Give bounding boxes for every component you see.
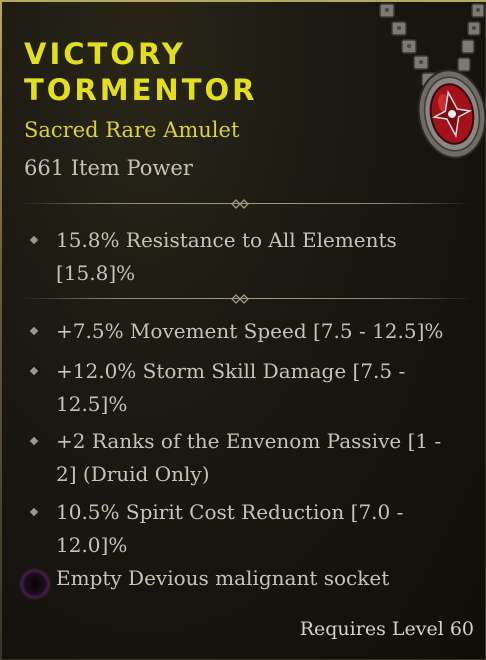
- item-name-line1: VICTORY: [24, 37, 186, 71]
- item-type: Sacred Rare Amulet: [24, 118, 240, 142]
- affix-line: 12.0]%: [56, 533, 128, 557]
- tooltip-left-border: [0, 0, 2, 660]
- affix-line: [15.8]%: [56, 261, 136, 285]
- affix-line: 2] (Druid Only): [56, 462, 210, 486]
- affix-line: 10.5% Spirit Cost Reduction [7.0 -: [56, 500, 404, 524]
- item-name: VICTORY TORMENTOR: [24, 36, 257, 108]
- level-requirement: Requires Level 60: [299, 618, 474, 640]
- divider-ornament-icon: [231, 294, 249, 304]
- affix-line: +12.0% Storm Skill Damage [7.5 -: [56, 359, 406, 383]
- affix-spirit-cost: 10.5% Spirit Cost Reduction [7.0 - 12.0]…: [56, 496, 403, 562]
- amulet-icon: [379, 3, 486, 159]
- affix-line: +7.5% Movement Speed [7.5 - 12.5]%: [56, 319, 444, 343]
- affix-storm-damage: +12.0% Storm Skill Damage [7.5 - 12.5]%: [56, 355, 405, 421]
- divider-ornament-icon: [231, 199, 249, 209]
- affix-envenom-ranks: +2 Ranks of the Envenom Passive [1 - 2] …: [56, 425, 441, 491]
- affix-line: 15.8% Resistance to All Elements: [56, 228, 397, 252]
- item-power: 661 Item Power: [24, 156, 193, 180]
- affix-movement-speed: +7.5% Movement Speed [7.5 - 12.5]%: [56, 315, 443, 348]
- malignant-socket-icon: [22, 571, 48, 597]
- implicit-affix: 15.8% Resistance to All Elements [15.8]%: [56, 224, 397, 290]
- divider-2: [20, 293, 472, 305]
- affix-line: +2 Ranks of the Envenom Passive [1 -: [56, 429, 442, 453]
- item-name-line2: TORMENTOR: [24, 73, 258, 107]
- socket-label: Empty Devious malignant socket: [56, 566, 390, 590]
- affix-line: 12.5]%: [56, 392, 128, 416]
- divider-1: [20, 198, 472, 210]
